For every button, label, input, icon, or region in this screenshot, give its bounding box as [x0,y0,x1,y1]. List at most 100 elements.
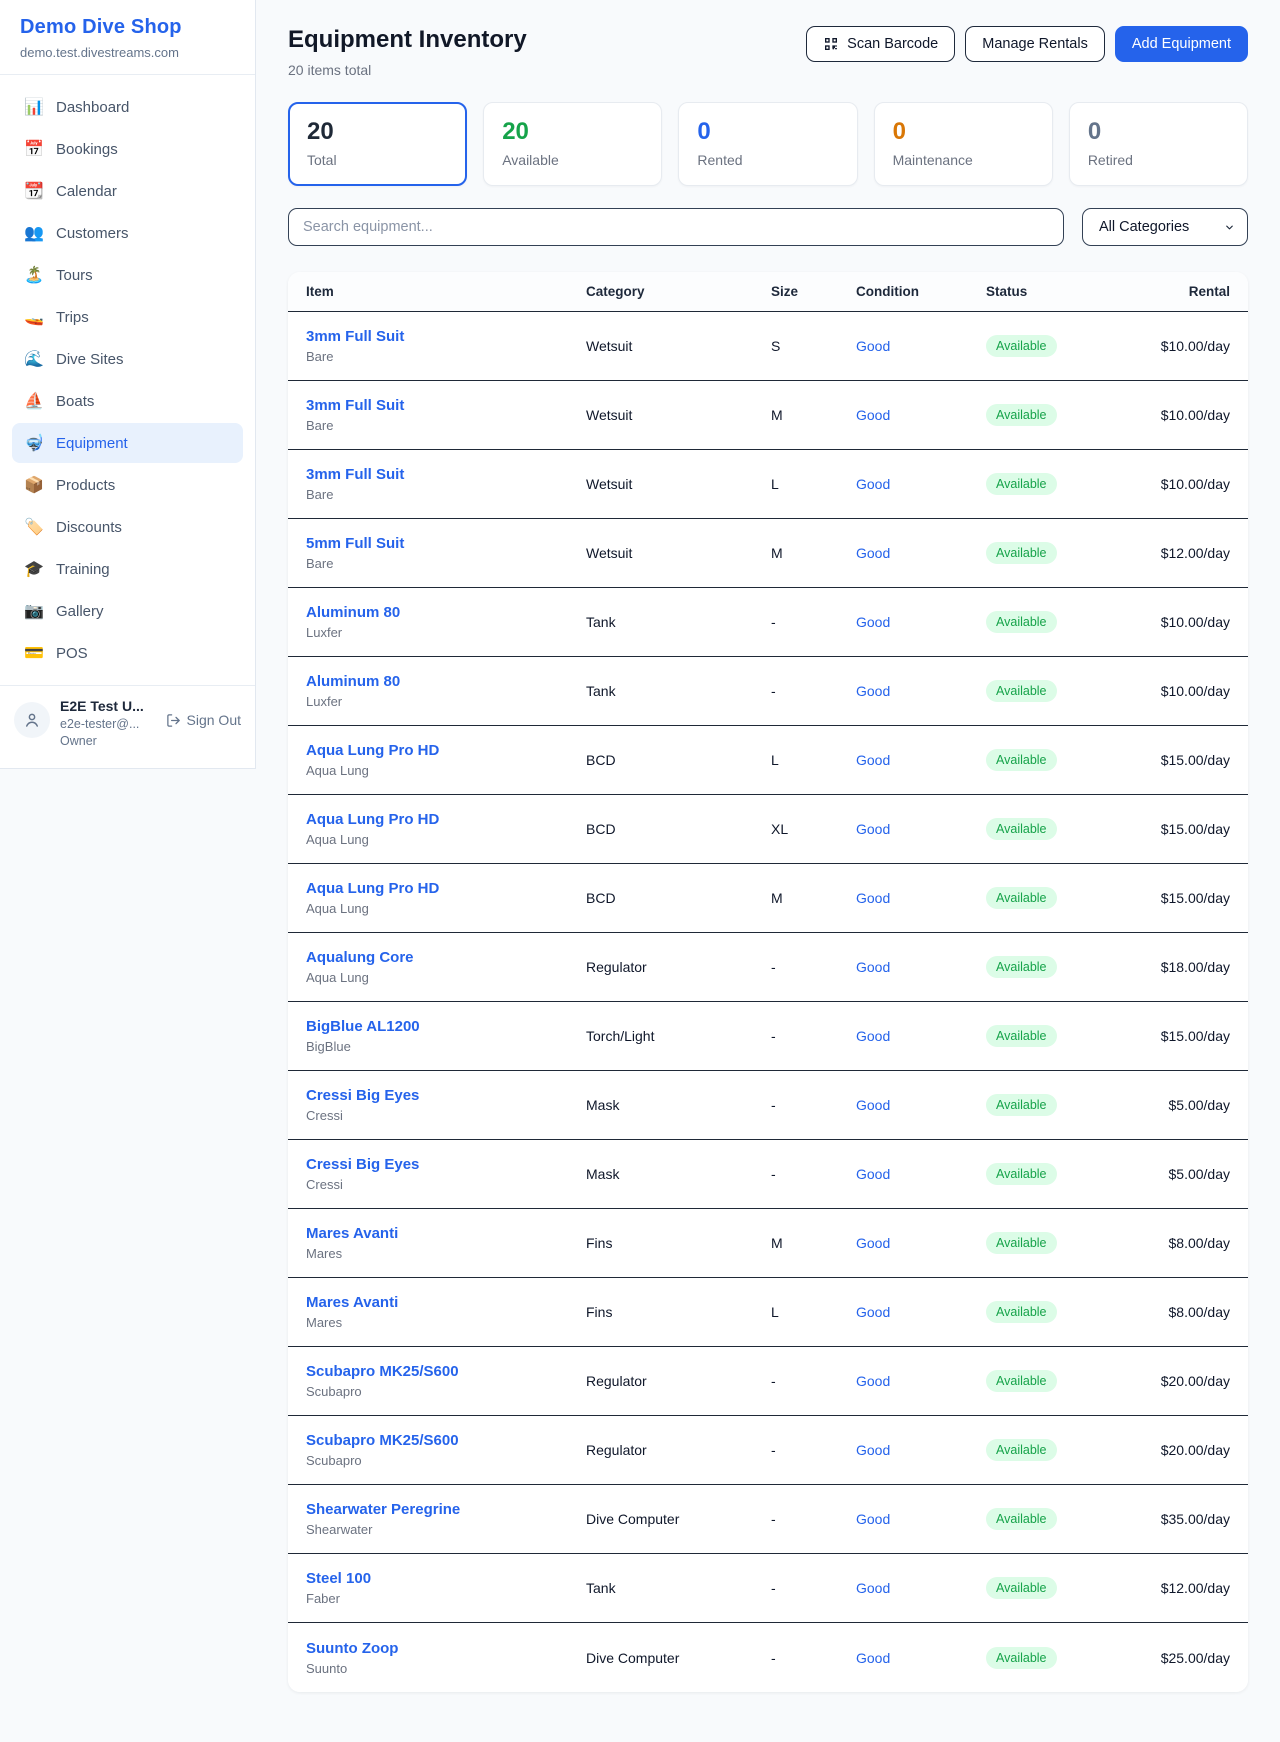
item-name-link[interactable]: Suunto Zoop [306,1640,586,1657]
item-condition-link[interactable]: Good [856,614,890,630]
item-rental-rate: $10.00/day [1136,614,1230,630]
item-name-link[interactable]: Aqualung Core [306,949,586,966]
category-select[interactable]: All Categories [1082,208,1248,246]
sidebar-item[interactable]: 💳 POS [12,633,243,673]
barcode-scan-icon [823,36,839,52]
item-condition-link[interactable]: Good [856,752,890,768]
item-name-link[interactable]: Shearwater Peregrine [306,1501,586,1518]
table-row: 3mm Full Suit Bare Wetsuit S Good Availa… [288,312,1248,381]
table-row: Aqua Lung Pro HD Aqua Lung BCD XL Good A… [288,795,1248,864]
item-condition-link[interactable]: Good [856,407,890,423]
item-condition-link[interactable]: Good [856,1650,890,1666]
item-condition-link[interactable]: Good [856,890,890,906]
table-row: 3mm Full Suit Bare Wetsuit M Good Availa… [288,381,1248,450]
item-condition-link[interactable]: Good [856,1580,890,1596]
item-name-link[interactable]: 3mm Full Suit [306,328,586,345]
sidebar-item[interactable]: 🎓 Training [12,549,243,589]
item-category: Tank [586,614,771,630]
search-input[interactable] [288,208,1064,246]
item-brand: Cressi [306,1177,586,1192]
sidebar-item[interactable]: 🌊 Dive Sites [12,339,243,379]
item-brand: Scubapro [306,1384,586,1399]
item-category: Regulator [586,1373,771,1389]
sidebar-item-label: Products [56,477,115,494]
user-role: Owner [60,733,156,750]
sidebar-item[interactable]: 🏝️ Tours [12,255,243,295]
item-name-link[interactable]: Cressi Big Eyes [306,1156,586,1173]
item-name-link[interactable]: 3mm Full Suit [306,397,586,414]
item-name-link[interactable]: Aqua Lung Pro HD [306,811,586,828]
sign-out-button[interactable]: Sign Out [166,712,241,728]
item-condition-link[interactable]: Good [856,476,890,492]
add-equipment-button[interactable]: Add Equipment [1115,26,1248,62]
table-row: Aluminum 80 Luxfer Tank - Good Available… [288,588,1248,657]
manage-rentals-button[interactable]: Manage Rentals [965,26,1105,62]
item-condition-link[interactable]: Good [856,821,890,837]
stat-card[interactable]: 20 Available [483,102,662,186]
item-category: Fins [586,1304,771,1320]
sidebar-item[interactable]: ⛵ Boats [12,381,243,421]
item-condition-link[interactable]: Good [856,1442,890,1458]
sidebar-item[interactable]: 📦 Products [12,465,243,505]
item-name-link[interactable]: 5mm Full Suit [306,535,586,552]
item-name-link[interactable]: Aluminum 80 [306,673,586,690]
item-name-link[interactable]: Steel 100 [306,1570,586,1587]
item-rental-rate: $10.00/day [1136,407,1230,423]
item-condition-link[interactable]: Good [856,1373,890,1389]
item-name-link[interactable]: 3mm Full Suit [306,466,586,483]
item-name-link[interactable]: Scubapro MK25/S600 [306,1363,586,1380]
item-category: Wetsuit [586,338,771,354]
item-category: Wetsuit [586,545,771,561]
sidebar-item[interactable]: 📷 Gallery [12,591,243,631]
item-name-link[interactable]: Mares Avanti [306,1294,586,1311]
table-row: BigBlue AL1200 BigBlue Torch/Light - Goo… [288,1002,1248,1071]
sidebar-item[interactable]: 📅 Bookings [12,129,243,169]
stat-label: Maintenance [893,152,1034,168]
item-brand: Luxfer [306,625,586,640]
stat-value: 0 [1088,118,1229,146]
item-condition-link[interactable]: Good [856,1166,890,1182]
equipment-table: Item Category Size Condition Status Rent… [288,272,1248,1692]
sidebar-item[interactable]: 👥 Customers [12,213,243,253]
status-badge: Available [986,1094,1057,1116]
item-name-link[interactable]: Aqua Lung Pro HD [306,742,586,759]
table-row: Aluminum 80 Luxfer Tank - Good Available… [288,657,1248,726]
item-name-link[interactable]: Cressi Big Eyes [306,1087,586,1104]
item-category: Fins [586,1235,771,1251]
item-name-link[interactable]: Scubapro MK25/S600 [306,1432,586,1449]
item-brand: Bare [306,349,586,364]
sidebar-item[interactable]: 📆 Calendar [12,171,243,211]
item-condition-link[interactable]: Good [856,683,890,699]
brand-name[interactable]: Demo Dive Shop [20,16,235,39]
item-condition-link[interactable]: Good [856,1304,890,1320]
stat-card[interactable]: 20 Total [288,102,467,186]
item-category: Wetsuit [586,476,771,492]
header-actions: Scan Barcode Manage Rentals Add Equipmen… [806,26,1248,62]
item-rental-rate: $18.00/day [1136,959,1230,975]
item-rental-rate: $15.00/day [1136,1028,1230,1044]
item-condition-link[interactable]: Good [856,959,890,975]
item-condition-link[interactable]: Good [856,545,890,561]
item-condition-link[interactable]: Good [856,1235,890,1251]
sidebar-nav: 📊 Dashboard 📅 Bookings 📆 Calendar 👥 Cust… [0,75,255,685]
item-name-link[interactable]: Aqua Lung Pro HD [306,880,586,897]
sidebar-item[interactable]: 🏷️ Discounts [12,507,243,547]
sidebar-item[interactable]: 📊 Dashboard [12,87,243,127]
scan-barcode-button[interactable]: Scan Barcode [806,26,955,62]
item-name-link[interactable]: BigBlue AL1200 [306,1018,586,1035]
item-name-link[interactable]: Mares Avanti [306,1225,586,1242]
item-condition-link[interactable]: Good [856,1028,890,1044]
item-condition-link[interactable]: Good [856,1097,890,1113]
item-condition-link[interactable]: Good [856,338,890,354]
item-name-link[interactable]: Aluminum 80 [306,604,586,621]
stat-label: Available [502,152,643,168]
sidebar-item[interactable]: 🚤 Trips [12,297,243,337]
item-condition-link[interactable]: Good [856,1511,890,1527]
stat-card[interactable]: 0 Rented [678,102,857,186]
sidebar-item[interactable]: 🤿 Equipment [12,423,243,463]
stat-card[interactable]: 0 Maintenance [874,102,1053,186]
item-rental-rate: $20.00/day [1136,1373,1230,1389]
stat-card[interactable]: 0 Retired [1069,102,1248,186]
item-brand: Aqua Lung [306,970,586,985]
item-size: L [771,1304,856,1320]
